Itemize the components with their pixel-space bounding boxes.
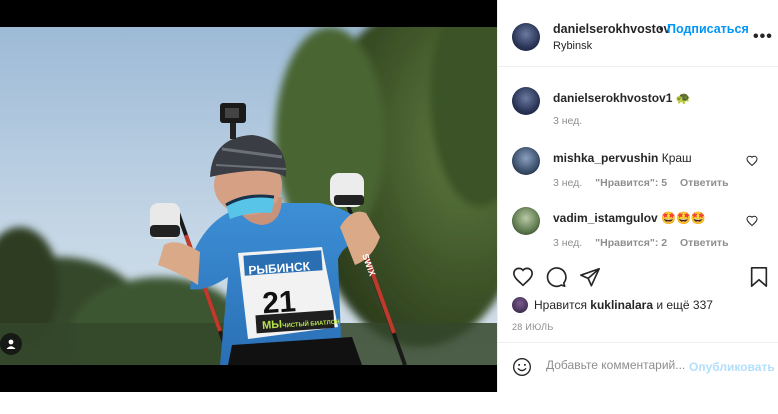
reply-button[interactable]: Ответить (680, 177, 729, 189)
comment-line: mishka_pervushin Краш (553, 151, 692, 165)
liker-avatar[interactable] (512, 297, 528, 313)
likes-summary: Нравится kuklinalara и ещё 337 (512, 296, 772, 314)
more-options-icon[interactable]: ••• (753, 28, 773, 46)
caption-time[interactable]: 3 нед. (553, 115, 582, 127)
like-comment-heart-icon[interactable] (746, 215, 758, 227)
like-comment-heart-icon[interactable] (746, 155, 758, 167)
tagged-users-button[interactable] (0, 333, 22, 355)
comment-username[interactable]: vadim_istamgulov (553, 211, 658, 225)
comment-input[interactable] (546, 358, 686, 372)
post-media[interactable]: РЫБИНСК 21 МЫ ЧИСТЫЙ БИАТЛОН SWIX (0, 0, 497, 392)
person-icon (6, 339, 16, 349)
post-sidebar: danielserokhvostov • Подписаться Rybinsk… (497, 0, 778, 392)
comment-username[interactable]: mishka_pervushin (553, 151, 658, 165)
comment-likes-count[interactable]: "Нравится": 2 (595, 237, 667, 249)
like-heart-icon[interactable] (512, 266, 534, 288)
comment-avatar[interactable] (512, 147, 540, 175)
comment-text: Краш (661, 151, 692, 165)
right-glove (330, 173, 364, 207)
header-separator: • (659, 22, 664, 36)
likes-suffix[interactable]: и ещё 337 (656, 298, 713, 312)
likes-prefix: Нравится (534, 298, 587, 312)
caption-line: danielserokhvostov1 🐢 (553, 91, 691, 105)
comments-thread: danielserokhvostov1 🐢 3 нед. mishka_perv… (498, 67, 778, 257)
post-location[interactable]: Rybinsk (553, 40, 592, 52)
author-username[interactable]: danielserokhvostov (553, 22, 670, 36)
comment-time[interactable]: 3 нед. (553, 237, 582, 249)
comment-meta: 3 нед. "Нравится": 5 Ответить (553, 177, 739, 189)
comment-time[interactable]: 3 нед. (553, 177, 582, 189)
turtle-emoji: 🐢 (675, 91, 691, 105)
post-header: danielserokhvostov • Подписаться Rybinsk… (498, 0, 778, 67)
comment-likes-count[interactable]: "Нравится": 5 (595, 177, 667, 189)
post-date[interactable]: 28 ИЮЛЬ (512, 322, 554, 332)
post-photo: РЫБИНСК 21 МЫ ЧИСТЫЙ БИАТЛОН SWIX (0, 27, 497, 365)
post-actions-bar (498, 262, 778, 292)
bib-prefix-text: МЫ (262, 319, 283, 332)
author-avatar[interactable] (512, 23, 540, 51)
comment-meta: 3 нед. "Нравится": 2 Ответить (553, 237, 739, 249)
left-glove (150, 203, 180, 239)
comment-composer: Опубликовать (498, 342, 778, 390)
comment-bubble-icon[interactable] (545, 266, 567, 288)
share-send-icon[interactable] (579, 266, 601, 288)
reply-button[interactable]: Ответить (680, 237, 729, 249)
caption-meta: 3 нед. (553, 115, 592, 127)
emoji-smiley-icon[interactable] (512, 357, 532, 377)
comment-text: 🤩🤩🤩 (661, 211, 706, 225)
caption-username[interactable]: danielserokhvostov1 (553, 91, 672, 105)
comment-line: vadim_istamgulov 🤩🤩🤩 (553, 211, 706, 225)
save-bookmark-icon[interactable] (749, 266, 769, 288)
likes-text[interactable]: Нравится kuklinalara и ещё 337 (534, 298, 713, 312)
caption-avatar[interactable] (512, 87, 540, 115)
publish-button[interactable]: Опубликовать (689, 360, 775, 374)
comment-avatar[interactable] (512, 207, 540, 235)
page-bottom-strip (0, 392, 778, 414)
likes-user[interactable]: kuklinalara (590, 298, 653, 312)
follow-button[interactable]: Подписаться (667, 22, 749, 36)
